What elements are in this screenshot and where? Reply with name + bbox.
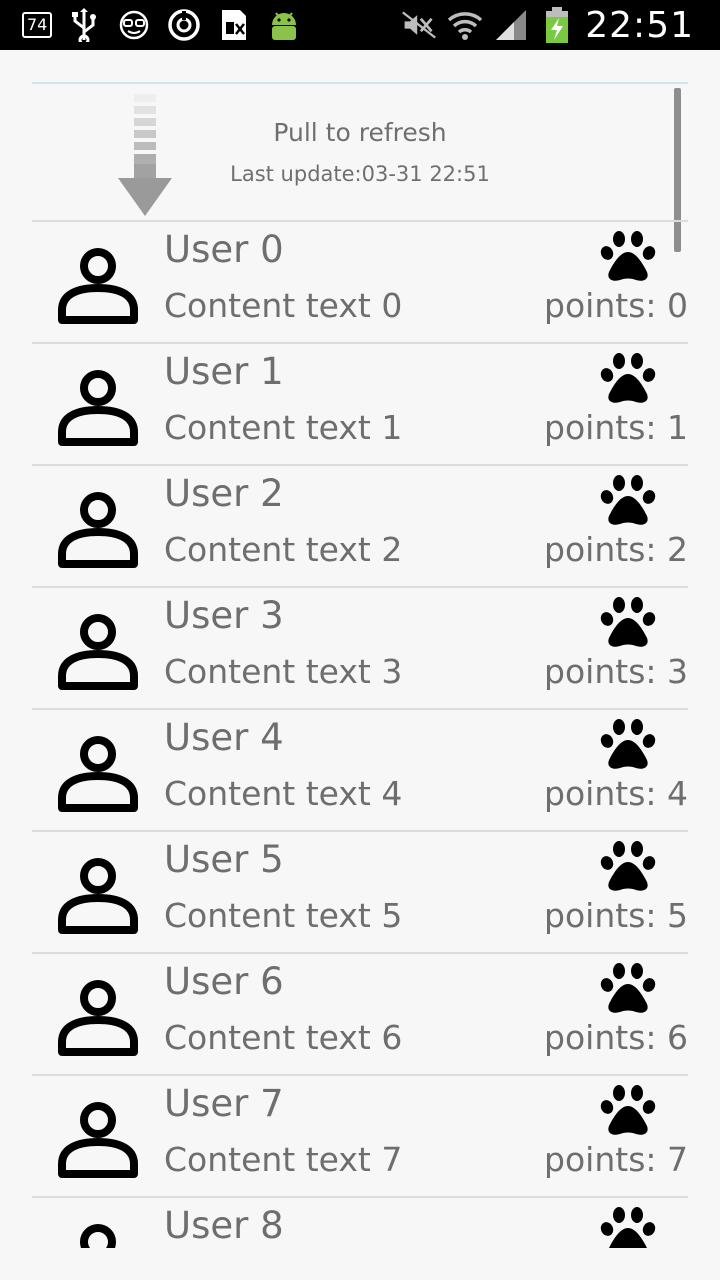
content-text: Content text 1 [164,408,403,447]
user-list[interactable]: User 0 Content text 0 points: 0 User 1 C… [32,220,688,1248]
user-name: User 1 [164,350,284,393]
paw-icon[interactable] [600,1082,656,1138]
paw-icon[interactable] [600,228,656,284]
list-item[interactable]: User 1 Content text 1 points: 1 [32,342,688,464]
user-name: User 6 [164,960,284,1003]
content-text: Content text 3 [164,652,403,691]
user-name: User 5 [164,838,284,881]
paw-icon[interactable] [600,594,656,650]
user-avatar-icon [56,1096,140,1180]
paw-icon[interactable] [600,838,656,894]
user-avatar-icon [56,242,140,326]
points-label: points: 0 [544,286,688,325]
points-label: points: 6 [544,1018,688,1057]
points-label: points: 2 [544,530,688,569]
list-item[interactable]: User 7 Content text 7 points: 7 [32,1074,688,1196]
list-item[interactable]: User 0 Content text 0 points: 0 [32,220,688,342]
content-text: Content text 4 [164,774,403,813]
user-name: User 2 [164,472,284,515]
points-label: points: 7 [544,1140,688,1179]
content-text: Content text 0 [164,286,403,325]
pull-down-arrow-icon [118,94,172,218]
list-item[interactable]: User 6 Content text 6 points: 6 [32,952,688,1074]
battery-charging-icon [539,7,575,43]
points-label: points: 5 [544,896,688,935]
content-text: Content text 7 [164,1140,403,1179]
notification-count-icon: 74 [22,12,53,38]
list-item[interactable]: User 8 [32,1196,688,1248]
list-item[interactable]: User 3 Content text 3 points: 3 [32,586,688,708]
content-text: Content text 6 [164,1018,403,1057]
user-avatar-icon [56,730,140,814]
user-avatar-icon [56,1218,140,1248]
user-avatar-icon [56,852,140,936]
user-name: User 3 [164,594,284,637]
sync-circle-icon [166,7,202,43]
content-text: Content text 5 [164,896,403,935]
user-avatar-icon [56,608,140,692]
paw-icon[interactable] [600,1204,656,1248]
pull-to-refresh-label: Pull to refresh [273,118,447,147]
user-name: User 7 [164,1082,284,1125]
last-update-label: Last update:03-31 22:51 [230,162,490,186]
user-avatar-icon [56,364,140,448]
user-name: User 4 [164,716,284,759]
status-clock: 22:51 [585,4,694,46]
list-item[interactable]: User 2 Content text 2 points: 2 [32,464,688,586]
user-name: User 0 [164,228,284,271]
points-label: points: 1 [544,408,688,447]
signal-icon [493,7,529,43]
paw-icon[interactable] [600,350,656,406]
paw-icon[interactable] [600,960,656,1016]
mute-icon [401,7,437,43]
list-item[interactable]: User 5 Content text 5 points: 5 [32,830,688,952]
glasses-face-icon [116,7,152,43]
user-avatar-icon [56,486,140,570]
wifi-icon [447,7,483,43]
user-name: User 8 [164,1204,284,1247]
status-bar: 74 22:51 [0,0,720,50]
android-icon [266,7,302,43]
pull-to-refresh-header: Pull to refresh Last update:03-31 22:51 [32,82,688,220]
user-avatar-icon [56,974,140,1058]
points-label: points: 3 [544,652,688,691]
content-text: Content text 2 [164,530,403,569]
list-item[interactable]: User 4 Content text 4 points: 4 [32,708,688,830]
usb-icon [66,7,102,43]
paw-icon[interactable] [600,716,656,772]
points-label: points: 4 [544,774,688,813]
sim-card-icon [216,7,252,43]
paw-icon[interactable] [600,472,656,528]
